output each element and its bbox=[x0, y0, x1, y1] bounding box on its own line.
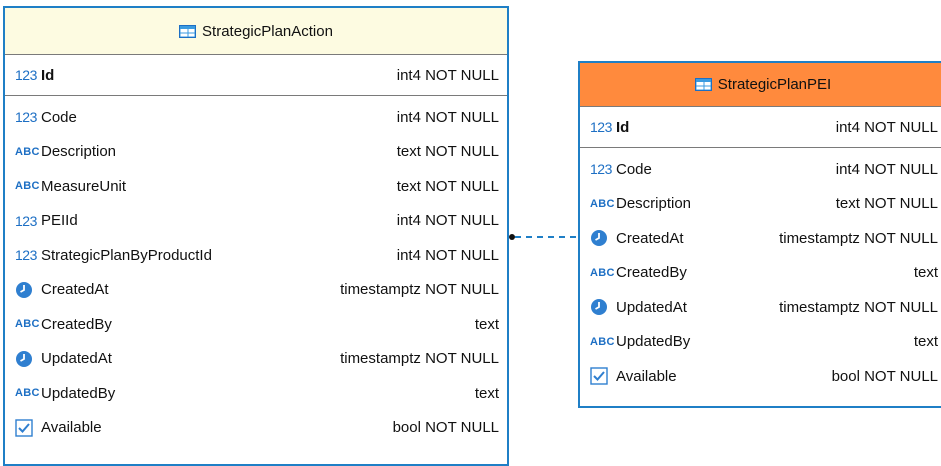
column-row[interactable]: ABC CreatedBy text bbox=[580, 256, 941, 291]
column-row[interactable]: 123 PEIId int4 NOT NULL bbox=[5, 204, 507, 239]
column-name: Id bbox=[41, 66, 55, 84]
clock-icon bbox=[590, 298, 616, 316]
relationship-connector[interactable] bbox=[509, 232, 579, 242]
column-row[interactable]: Available bool NOT NULL bbox=[580, 359, 941, 394]
column-row[interactable]: ABC CreatedBy text bbox=[5, 307, 507, 342]
table-icon bbox=[179, 24, 197, 38]
column-row[interactable]: Available bool NOT NULL bbox=[5, 411, 507, 446]
column-name: Available bbox=[41, 419, 102, 437]
column-type: int4 NOT NULL bbox=[396, 212, 499, 230]
column-type: timestamptz NOT NULL bbox=[779, 298, 938, 316]
column-row[interactable]: 123 Code int4 NOT NULL bbox=[580, 152, 941, 187]
column-type: int4 NOT NULL bbox=[835, 160, 938, 178]
checkbox-icon bbox=[15, 419, 41, 437]
clock-icon bbox=[15, 350, 41, 368]
pk-row[interactable]: 123 Id int4 NOT NULL bbox=[580, 107, 941, 148]
clock-icon bbox=[590, 229, 616, 247]
column-type: int4 NOT NULL bbox=[835, 118, 938, 136]
column-name: StrategicPlanByProductId bbox=[41, 246, 212, 264]
column-row[interactable]: CreatedAt timestamptz NOT NULL bbox=[580, 221, 941, 256]
column-name: Description bbox=[41, 143, 117, 161]
column-row[interactable]: CreatedAt timestamptz NOT NULL bbox=[5, 273, 507, 308]
column-type: timestamptz NOT NULL bbox=[340, 281, 499, 299]
column-type: bool NOT NULL bbox=[392, 419, 499, 437]
column-row[interactable]: UpdatedAt timestamptz NOT NULL bbox=[5, 342, 507, 377]
column-type: text bbox=[474, 315, 499, 333]
table-header[interactable]: StrategicPlanPEI bbox=[580, 63, 941, 107]
checkbox-icon bbox=[590, 367, 616, 385]
123-icon: 123 bbox=[590, 161, 612, 178]
column-row[interactable]: ABC Description text NOT NULL bbox=[580, 187, 941, 222]
column-type: text bbox=[913, 264, 938, 282]
column-type: int4 NOT NULL bbox=[396, 246, 499, 264]
column-name: UpdatedAt bbox=[41, 350, 112, 368]
column-name: MeasureUnit bbox=[41, 177, 127, 195]
columns-list: 123 Code int4 NOT NULL ABC Description text N… bbox=[580, 152, 941, 394]
column-name: UpdatedBy bbox=[616, 333, 691, 351]
123-icon: 123 bbox=[15, 109, 37, 126]
table-title: StrategicPlanAction bbox=[202, 22, 333, 40]
abc-icon: ABC bbox=[15, 387, 40, 400]
column-name: Code bbox=[616, 160, 652, 178]
table-icon bbox=[694, 78, 712, 91]
column-name: CreatedAt bbox=[616, 229, 684, 247]
column-row[interactable]: 123 StrategicPlanByProductId int4 NOT NULL bbox=[5, 238, 507, 273]
column-type: bool NOT NULL bbox=[831, 367, 938, 385]
column-name: Available bbox=[616, 367, 677, 385]
table-strategicplanaction[interactable]: StrategicPlanAction 123 Id int4 NOT NULL… bbox=[3, 6, 509, 466]
column-type: text bbox=[474, 384, 499, 402]
table-title: StrategicPlanPEI bbox=[717, 76, 832, 93]
column-name: UpdatedBy bbox=[41, 384, 116, 402]
column-name: CreatedBy bbox=[41, 315, 112, 333]
columns-list: 123 Code int4 NOT NULL ABC Description text N… bbox=[5, 100, 507, 445]
column-type: int4 NOT NULL bbox=[396, 108, 499, 126]
column-name: Description bbox=[616, 195, 692, 213]
abc-icon: ABC bbox=[590, 335, 615, 348]
table-header[interactable]: StrategicPlanAction bbox=[5, 8, 507, 55]
column-type: text NOT NULL bbox=[835, 195, 938, 213]
abc-icon: ABC bbox=[15, 145, 40, 158]
column-name: CreatedBy bbox=[616, 264, 687, 282]
column-row[interactable]: ABC Description text NOT NULL bbox=[5, 135, 507, 170]
pk-row[interactable]: 123 Id int4 NOT NULL bbox=[5, 55, 507, 96]
abc-icon: ABC bbox=[590, 266, 615, 279]
column-type: text NOT NULL bbox=[396, 177, 499, 195]
column-type: text bbox=[913, 333, 938, 351]
column-row[interactable]: 123 Code int4 NOT NULL bbox=[5, 100, 507, 135]
abc-icon: ABC bbox=[15, 318, 40, 331]
abc-icon: ABC bbox=[15, 180, 40, 193]
123-pk-icon: 123 bbox=[15, 67, 37, 83]
column-type: timestamptz NOT NULL bbox=[340, 350, 499, 368]
column-name: UpdatedAt bbox=[616, 298, 687, 316]
table-strategicplanpei[interactable]: StrategicPlanPEI 123 Id int4 NOT NULL 12… bbox=[578, 61, 941, 408]
column-type: int4 NOT NULL bbox=[396, 66, 499, 84]
column-name: CreatedAt bbox=[41, 281, 109, 299]
column-row[interactable]: ABC MeasureUnit text NOT NULL bbox=[5, 169, 507, 204]
column-type: timestamptz NOT NULL bbox=[779, 229, 938, 247]
123-icon: 123 bbox=[15, 247, 37, 264]
123-icon: 123 bbox=[15, 212, 37, 229]
column-type: text NOT NULL bbox=[396, 143, 499, 161]
column-row[interactable]: ABC UpdatedBy text bbox=[5, 376, 507, 411]
column-name: Id bbox=[616, 118, 630, 136]
column-name: PEIId bbox=[41, 212, 78, 230]
column-row[interactable]: UpdatedAt timestamptz NOT NULL bbox=[580, 290, 941, 325]
clock-icon bbox=[15, 281, 41, 299]
123-pk-icon: 123 bbox=[590, 119, 612, 135]
abc-icon: ABC bbox=[590, 197, 615, 210]
column-row[interactable]: ABC UpdatedBy text bbox=[580, 325, 941, 360]
column-name: Code bbox=[41, 108, 77, 126]
